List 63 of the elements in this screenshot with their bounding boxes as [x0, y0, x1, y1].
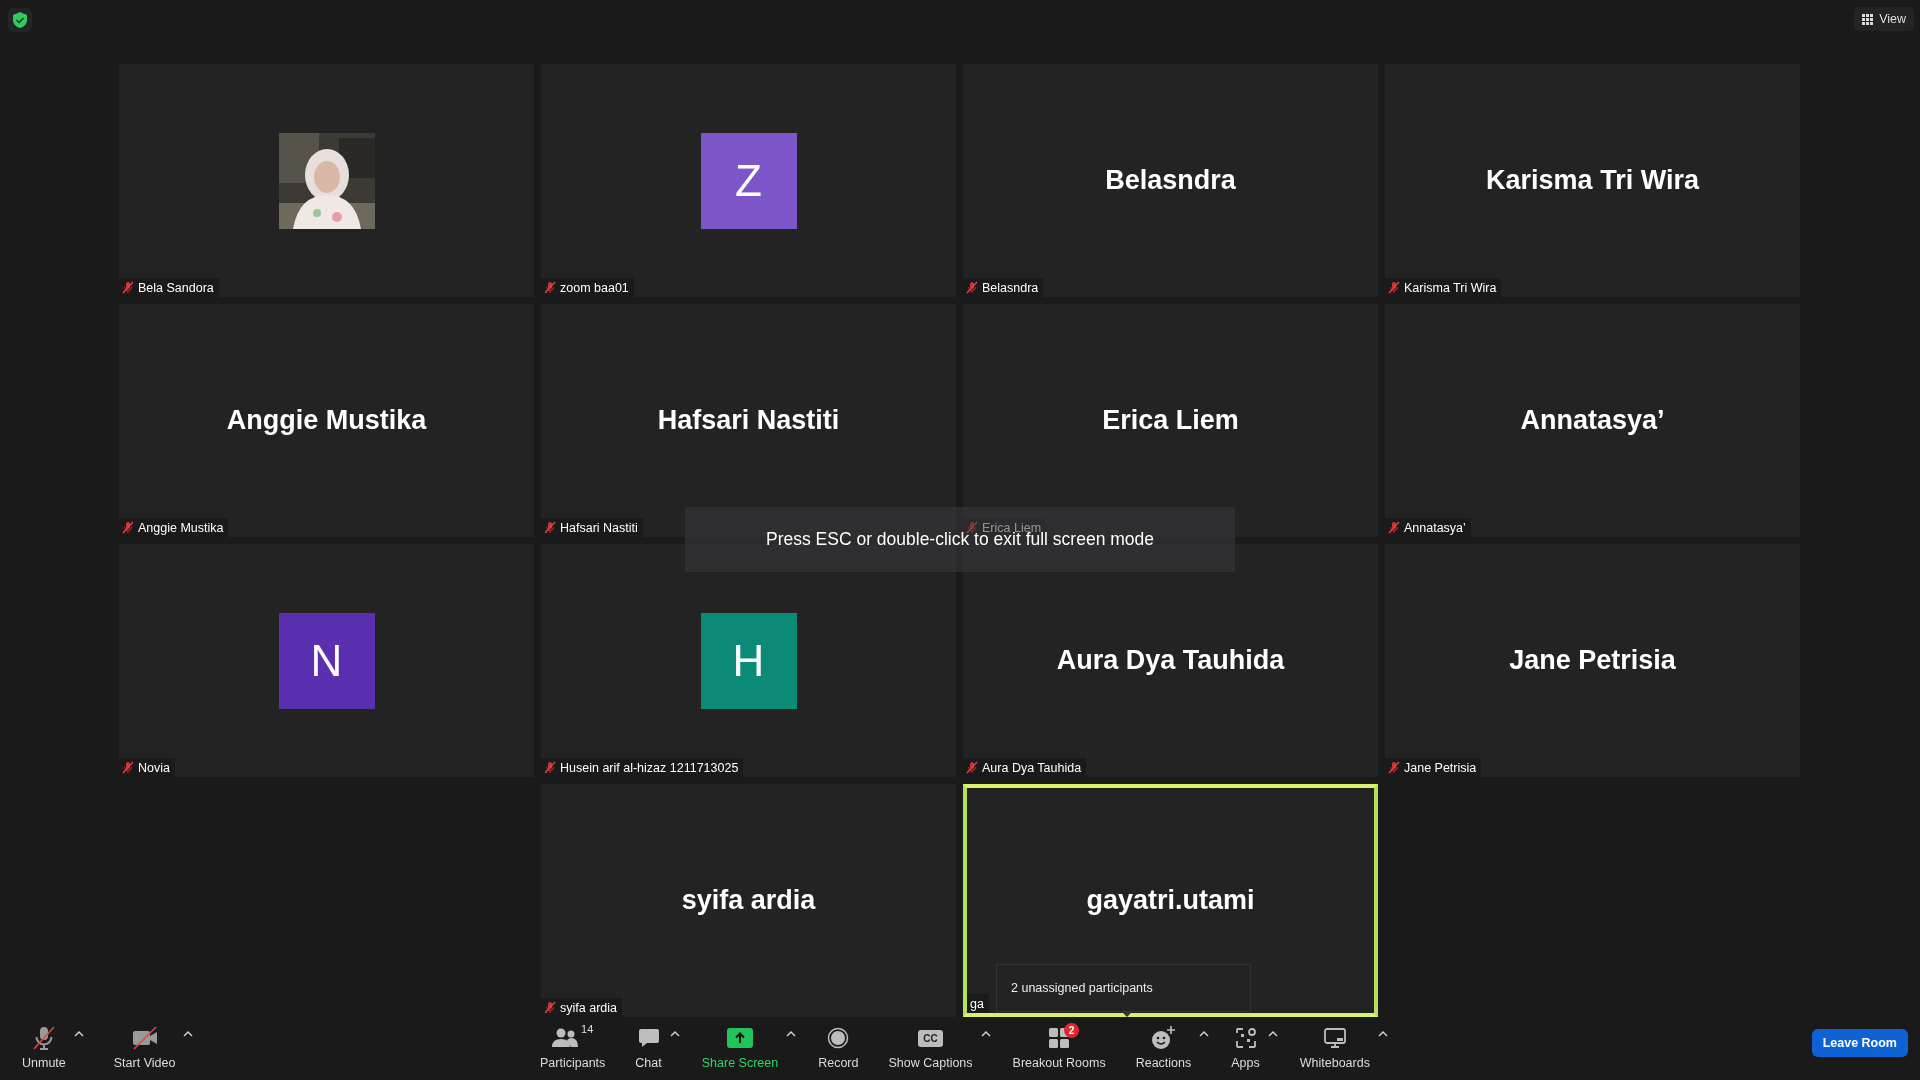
caret-icon[interactable]: [1267, 1030, 1278, 1037]
whiteboard-icon: [1322, 1027, 1347, 1049]
notification-badge: 2: [1064, 1023, 1080, 1038]
caret-icon[interactable]: [1199, 1030, 1210, 1037]
participant-display-name: Annatasya’: [1520, 405, 1665, 436]
video-off-icon: [130, 1025, 159, 1051]
leave-room-button[interactable]: Leave Room: [1811, 1029, 1908, 1057]
participant-name: Anggie Mustika: [138, 520, 224, 535]
tooltip-text: 2 unassigned participants: [1011, 981, 1153, 995]
participants-icon: [552, 1028, 579, 1048]
view-button[interactable]: View: [1854, 7, 1914, 31]
participant-name: Aura Dya Tauhida: [982, 760, 1082, 775]
avatar: Z: [700, 132, 797, 229]
record-button[interactable]: Record: [810, 1018, 867, 1076]
caret-icon[interactable]: [786, 1030, 797, 1037]
caret-icon[interactable]: [183, 1030, 194, 1037]
participant-name: Annatasya’: [1404, 520, 1466, 535]
chat-button[interactable]: Chat: [627, 1018, 670, 1076]
participant-name: Novia: [138, 760, 170, 775]
participant-name: zoom baa01: [560, 280, 629, 295]
share-screen-icon: [726, 1028, 753, 1048]
avatar: N: [278, 612, 375, 709]
video-button[interactable]: Start Video: [105, 1018, 184, 1076]
smiley-plus-icon: [1151, 1026, 1176, 1050]
participant-name: syifa ardia: [560, 1000, 617, 1015]
caret-icon[interactable]: [73, 1030, 84, 1037]
shield-check-icon[interactable]: [13, 12, 27, 28]
participant-display-name: Hafsari Nastiti: [657, 405, 840, 436]
participant-count: 14: [581, 1023, 594, 1035]
captions-icon: CC: [918, 1029, 943, 1047]
breakout-rooms-icon: [1048, 1027, 1071, 1049]
avatar: H: [700, 612, 797, 709]
caret-icon[interactable]: [1377, 1030, 1388, 1037]
participant-display-name: Erica Liem: [1102, 405, 1239, 436]
participant-name: Jane Petrisia: [1404, 760, 1477, 775]
participant-display-name: Anggie Mustika: [226, 405, 427, 436]
share-button[interactable]: Share Screen: [693, 1018, 787, 1076]
breakout-button[interactable]: 2 Breakout Rooms: [1004, 1018, 1114, 1076]
participant-display-name: Jane Petrisia: [1509, 645, 1676, 676]
participant-display-name: Belasndra: [1105, 165, 1236, 196]
apps-button[interactable]: Apps: [1223, 1018, 1268, 1076]
participant-name: ga: [970, 996, 984, 1011]
participant-name: Karisma Tri Wira: [1404, 280, 1497, 295]
participant-name: Belasndra: [982, 280, 1039, 295]
participants-button[interactable]: 14 Participants: [532, 1018, 614, 1076]
whiteboards-button[interactable]: Whiteboards: [1291, 1018, 1378, 1076]
participant-display-name: Karisma Tri Wira: [1486, 165, 1699, 196]
caret-icon[interactable]: [980, 1030, 991, 1037]
participant-name: Husein arif al-hizaz 1211713025: [560, 760, 739, 775]
caret-icon[interactable]: [669, 1030, 680, 1037]
captions-button[interactable]: CC Show Captions: [880, 1018, 981, 1076]
participant-display-name: Aura Dya Tauhida: [1056, 645, 1285, 676]
record-icon: [827, 1027, 850, 1049]
mic-button[interactable]: Unmute: [14, 1018, 74, 1076]
reactions-button[interactable]: Reactions: [1127, 1018, 1200, 1076]
participant-name: Bela Sandora: [138, 280, 214, 295]
muted-mic-icon: [30, 1025, 57, 1051]
apps-icon: [1234, 1027, 1257, 1049]
chat-icon: [637, 1027, 660, 1049]
participant-name: Hafsari Nastiti: [560, 520, 638, 535]
grid-icon: [1862, 13, 1874, 25]
participant-display-name: gayatri.utami: [1086, 885, 1255, 916]
participant-display-name: syifa ardia: [681, 885, 816, 916]
